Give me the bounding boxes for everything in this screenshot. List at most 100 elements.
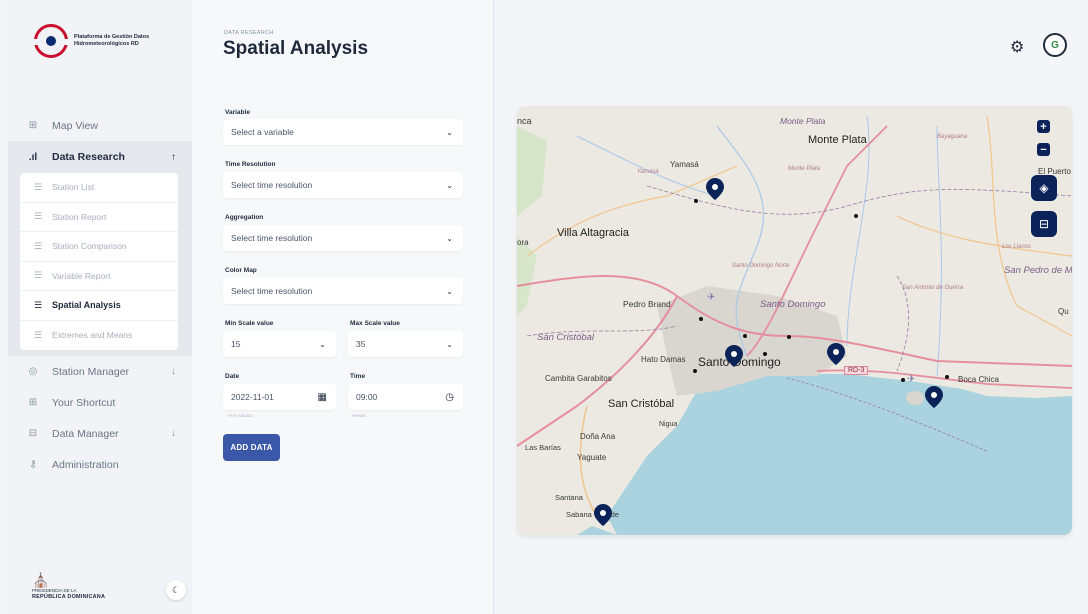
grid-icon: ⊞ bbox=[28, 397, 38, 408]
map-label-san-cristobal: San Cristóbal bbox=[608, 398, 675, 410]
max-scale-select[interactable]: 35 ⌄ bbox=[348, 331, 463, 357]
time-input-value: 09:00 bbox=[356, 392, 378, 402]
sidebar-item-data-manager[interactable]: ⊟ Data Manager ↓ bbox=[8, 418, 192, 449]
map-label-dona-ana: Doña Ana bbox=[580, 432, 616, 441]
station-pin-icon[interactable] bbox=[594, 504, 612, 526]
chart-icon: .ıl bbox=[28, 151, 38, 163]
avatar-initials: G bbox=[1051, 39, 1059, 51]
user-avatar[interactable]: G bbox=[1043, 33, 1067, 57]
add-data-button[interactable]: ADD DATA bbox=[223, 434, 280, 461]
date-label: Date bbox=[225, 373, 240, 380]
time-input[interactable]: 09:00 ◷ bbox=[348, 384, 463, 410]
submenu-item-extremes-and-means[interactable]: ☰ Extremes and Means bbox=[20, 321, 178, 351]
max-scale-label: Max Scale value bbox=[350, 320, 400, 327]
station-pin-icon[interactable] bbox=[925, 386, 943, 408]
map-label-monte-plata-italic: Monte Plata bbox=[780, 116, 826, 126]
settings-gear-icon[interactable]: ⚙ bbox=[1010, 37, 1024, 57]
data-research-submenu: ☰ Station List ☰ Station Report ☰ Station C… bbox=[8, 173, 192, 356]
variable-label: Variable bbox=[225, 109, 250, 116]
sidebar-item-station-manager[interactable]: ◎ Station Manager ↓ bbox=[8, 356, 192, 387]
map-label-hato-damas: Hato Damas bbox=[641, 355, 686, 364]
coat-of-arms-icon: ⛪ bbox=[32, 572, 50, 588]
aggregation-select-value: Select time resolution bbox=[231, 233, 313, 243]
airport-icon: ✈ bbox=[907, 374, 916, 385]
page-title: Spatial Analysis bbox=[223, 38, 369, 59]
map-label-cambita-garabitos: Cambita Garabitos bbox=[545, 374, 612, 383]
submenu-item-station-report[interactable]: ☰ Station Report bbox=[20, 203, 178, 232]
max-scale-select-value: 35 bbox=[356, 339, 366, 349]
sidebar-item-label: Station Manager bbox=[52, 365, 130, 378]
submenu-label: Extremes and Means bbox=[52, 330, 133, 341]
map-label-yamasa-italic: Yamasá bbox=[637, 169, 659, 175]
database-icon: ⊟ bbox=[1038, 217, 1050, 231]
map-label-qu: Qu bbox=[1058, 307, 1069, 316]
sidebar-item-data-research[interactable]: .ıl Data Research ↑ bbox=[8, 141, 192, 173]
station-pin-icon[interactable] bbox=[827, 343, 845, 365]
submenu-item-variable-report[interactable]: ☰ Variable Report bbox=[20, 262, 178, 291]
zoom-in-button[interactable]: + bbox=[1037, 120, 1050, 133]
time-label: Time bbox=[350, 373, 366, 380]
sidebar-item-label: Data Manager bbox=[52, 427, 119, 440]
list-icon: ☰ bbox=[34, 181, 43, 192]
station-pin-icon[interactable] bbox=[725, 345, 743, 367]
arrow-down-icon: ↓ bbox=[171, 428, 176, 439]
sidebar-item-administration[interactable]: ⚷ Administration bbox=[8, 449, 192, 480]
spatial-analysis-form-panel: DATA RESEARCH Spatial Analysis Variable … bbox=[192, 0, 494, 614]
date-input[interactable]: 2022-11-01 ▦ bbox=[223, 384, 336, 410]
color-map-select[interactable]: Select time resolution ⌄ bbox=[223, 278, 463, 304]
min-scale-select-value: 15 bbox=[231, 339, 241, 349]
map-label-nigua: Nigua bbox=[659, 421, 678, 428]
government-logo: ⛪ PRESIDENCIA DE LA REPÚBLICA DOMINICANA bbox=[32, 572, 105, 600]
breadcrumb: DATA RESEARCH bbox=[224, 30, 274, 36]
data-source-button[interactable]: ⊟ bbox=[1031, 211, 1057, 237]
variable-select-value: Select a variable bbox=[231, 127, 294, 137]
airport-icon: ✈ bbox=[707, 292, 716, 303]
chevron-down-icon: ⌄ bbox=[446, 286, 453, 296]
submenu-label: Station Report bbox=[52, 211, 107, 222]
map-label-bayaguana: Bayaguana bbox=[937, 134, 968, 140]
map-label-monte-plata: Monte Plata bbox=[808, 134, 867, 146]
theme-toggle-button[interactable]: ☾ bbox=[166, 580, 186, 600]
time-resolution-select[interactable]: Select time resolution ⌄ bbox=[223, 172, 463, 198]
map-label-yamasa: Yamasá bbox=[670, 160, 699, 169]
submenu-item-spatial-analysis[interactable]: ☰ Spatial Analysis bbox=[20, 291, 178, 321]
map-label-villa-altagracia: Villa Altagracia bbox=[557, 227, 629, 239]
main-nav: ⊞ Map View .ıl Data Research ↑ ☰ Station … bbox=[8, 110, 192, 480]
map-label-boca-chica: Boca Chica bbox=[958, 375, 999, 384]
layers-button[interactable]: ◈ bbox=[1031, 175, 1057, 201]
location-icon: ◎ bbox=[28, 366, 38, 377]
sidebar-item-label: Map View bbox=[52, 119, 98, 132]
sidebar-item-map-view[interactable]: ⊞ Map View bbox=[8, 110, 192, 141]
zoom-out-button[interactable]: − bbox=[1037, 143, 1050, 156]
submenu-label: Station Comparison bbox=[52, 241, 127, 252]
color-map-select-value: Select time resolution bbox=[231, 286, 313, 296]
time-hint: HH:MM bbox=[352, 413, 366, 418]
min-scale-select[interactable]: 15 ⌄ bbox=[223, 331, 336, 357]
platform-logo[interactable]: Plataforma de Gestión Datos Hidrometeoro… bbox=[34, 24, 164, 58]
station-pin-icon[interactable] bbox=[706, 178, 724, 200]
chevron-down-icon: ⌄ bbox=[446, 180, 453, 190]
chevron-down-icon: ⌄ bbox=[446, 233, 453, 243]
list-icon: ☰ bbox=[34, 240, 43, 251]
aggregation-select[interactable]: Select time resolution ⌄ bbox=[223, 225, 463, 251]
clock-icon[interactable]: ◷ bbox=[445, 392, 454, 403]
list-icon: ☰ bbox=[34, 329, 43, 340]
submenu-item-station-list[interactable]: ☰ Station List bbox=[20, 173, 178, 203]
time-resolution-label: Time Resolution bbox=[225, 161, 276, 168]
submenu-label: Variable Report bbox=[52, 270, 111, 281]
list-icon: ☰ bbox=[34, 211, 43, 222]
road-shield-rd3: RD-3 bbox=[844, 366, 869, 375]
variable-select[interactable]: Select a variable ⌄ bbox=[223, 119, 463, 145]
moon-icon: ☾ bbox=[171, 584, 181, 595]
submenu-item-station-comparison[interactable]: ☰ Station Comparison bbox=[20, 232, 178, 262]
list-icon: ☰ bbox=[34, 299, 43, 310]
map-label-pedro-brand: Pedro Brand bbox=[623, 299, 671, 309]
map-label-santo-domingo-norte: Santo Domingo Norte bbox=[732, 263, 790, 269]
calendar-icon[interactable]: ▦ bbox=[318, 392, 327, 403]
sidebar-item-your-shortcut[interactable]: ⊞ Your Shortcut bbox=[8, 387, 192, 418]
map-label-san-antonio: San Antonio de Guerra bbox=[902, 285, 964, 291]
map-label-san-cristobal-province: San Cristóbal bbox=[537, 332, 595, 343]
map-label-santana: Santana bbox=[555, 493, 583, 502]
arrow-down-icon: ↓ bbox=[171, 366, 176, 377]
map-canvas[interactable]: nca Monte Plata Monte Plata Bayaguana Ya… bbox=[517, 106, 1072, 535]
